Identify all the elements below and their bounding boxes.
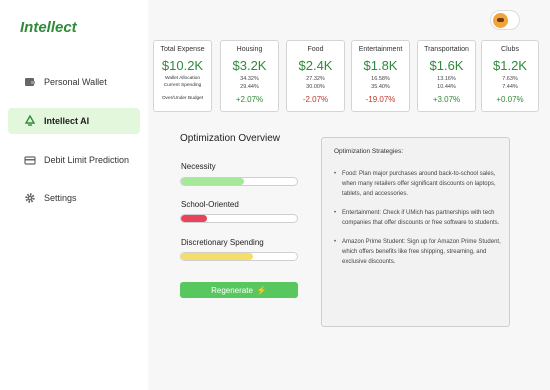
- card-value: $1.6K: [429, 58, 464, 73]
- sidebar-item-label: Debit Limit Prediction: [44, 155, 130, 165]
- sidebar-item-label: Personal Wallet: [44, 77, 107, 87]
- optimization-title: Optimization Overview: [180, 133, 281, 144]
- sidebar-item-settings[interactable]: Settings: [8, 185, 140, 211]
- wallet-icon: [24, 76, 36, 88]
- category-card-transportation[interactable]: Transportation $1.6K 13.16% 10.44% +3.07…: [417, 40, 476, 112]
- current-value: 30.00%: [306, 84, 325, 90]
- category-card-entertainment[interactable]: Entertainment $1.8K 16.58% 35.40% -19.07…: [351, 40, 410, 112]
- card-title: Food: [307, 46, 324, 53]
- sidebar-item-label: Intellect AI: [44, 116, 90, 126]
- current-value: 10.44%: [437, 84, 456, 90]
- discretionary-spending-bar-fill: [181, 253, 253, 260]
- necessity-bar-fill: [181, 178, 244, 185]
- school-oriented-bar-fill: [181, 215, 207, 222]
- total-expense-card: Total Expense $10.2K Wallet Allocation C…: [153, 40, 212, 112]
- allocation-value: 34.32%: [240, 76, 259, 82]
- allocation-value: 13.16%: [437, 76, 456, 82]
- card-title: Clubs: [501, 46, 519, 53]
- school-oriented-label: School-Oriented: [181, 200, 239, 209]
- sidebar: Intellect Personal Wallet Intellect AI D…: [0, 0, 148, 390]
- card-value: $1.2K: [493, 58, 527, 73]
- budget-change: +0.07%: [496, 95, 524, 104]
- sidebar-item-intellect-ai[interactable]: Intellect AI: [8, 108, 140, 134]
- budget-change: -19.07%: [365, 95, 396, 104]
- strategy-item: Entertainment: Check if UMich has partne…: [334, 208, 501, 228]
- card-value: $10.2K: [161, 58, 204, 73]
- category-card-food[interactable]: Food $2.4K 27.32% 30.00% -2.07%: [286, 40, 345, 112]
- current-spending-label: Current Spending: [163, 83, 202, 88]
- card-title: Entertainment: [358, 46, 403, 53]
- sidebar-item-debit-limit-prediction[interactable]: Debit Limit Prediction: [8, 147, 140, 173]
- user-avatar[interactable]: [490, 10, 520, 30]
- category-card-housing[interactable]: Housing $3.2K 34.32% 29.44% +2.07%: [220, 40, 279, 112]
- allocation-value: 27.32%: [306, 76, 325, 82]
- wallet-allocation-label: Wallet Allocation: [164, 76, 201, 81]
- budget-change: +2.07%: [235, 95, 264, 104]
- current-value: 7.44%: [502, 84, 518, 90]
- optimization-strategies-panel: Optimization Strategies: Food: Plan majo…: [321, 137, 510, 327]
- current-value: 35.40%: [371, 84, 390, 90]
- category-card-clubs[interactable]: Clubs $1.2K 7.63% 7.44% +0.07%: [481, 40, 539, 112]
- card-title: Housing: [236, 46, 263, 53]
- avatar-image: [493, 12, 508, 28]
- card-value: $2.4K: [298, 58, 333, 73]
- card-value: $3.2K: [232, 58, 267, 73]
- gear-icon: [24, 192, 36, 204]
- school-oriented-bar: [180, 214, 298, 223]
- sidebar-item-label: Settings: [44, 193, 77, 203]
- budget-label: Over/Under Budget: [161, 96, 204, 101]
- strategies-title: Optimization Strategies:: [334, 148, 404, 155]
- budget-change: -2.07%: [302, 95, 329, 104]
- discretionary-spending-label: Discretionary Spending: [181, 238, 264, 247]
- card-title: Transportation: [424, 46, 469, 53]
- regenerate-label: Regenerate: [211, 285, 253, 295]
- allocation-value: 7.63%: [502, 76, 518, 82]
- recycle-icon: [24, 115, 36, 127]
- necessity-label: Necessity: [181, 162, 216, 171]
- app-logo[interactable]: Intellect: [20, 19, 77, 36]
- strategy-item: Food: Plan major purchases around back-t…: [334, 169, 501, 199]
- discretionary-spending-bar: [180, 252, 298, 261]
- card-title: Total Expense: [160, 46, 205, 53]
- regenerate-button[interactable]: Regenerate ⚡: [180, 282, 298, 298]
- sidebar-item-personal-wallet[interactable]: Personal Wallet: [8, 69, 140, 95]
- lightning-icon: ⚡: [256, 285, 267, 295]
- budget-change: +3.07%: [432, 95, 461, 104]
- necessity-bar: [180, 177, 298, 186]
- strategies-list: Food: Plan major purchases around back-t…: [334, 169, 501, 267]
- credit-card-icon: [24, 154, 36, 166]
- current-value: 29.44%: [240, 84, 259, 90]
- allocation-value: 16.58%: [371, 76, 390, 82]
- card-value: $1.8K: [363, 58, 398, 73]
- strategy-item: Amazon Prime Student: Sign up for Amazon…: [334, 237, 501, 267]
